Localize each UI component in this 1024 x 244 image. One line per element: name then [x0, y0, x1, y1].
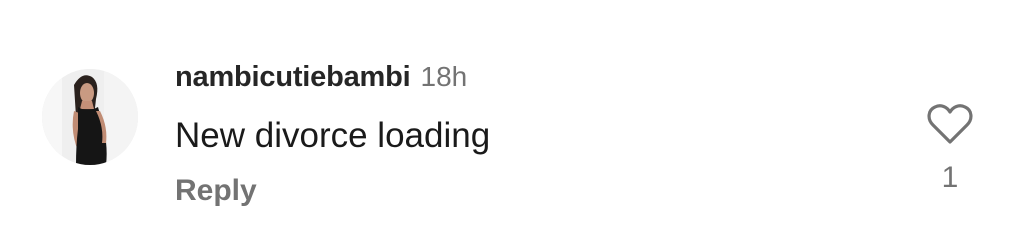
comment-text: New divorce loading — [175, 116, 491, 155]
user-avatar-photo — [42, 69, 138, 165]
comment-meta: nambicutiebambi 18h — [175, 63, 467, 92]
comment-item: nambicutiebambi 18h New divorce loading R… — [0, 0, 1024, 244]
timestamp: 18h — [420, 61, 468, 92]
like-count: 1 — [941, 161, 959, 194]
reply-button[interactable]: Reply — [175, 173, 257, 209]
heart-outline-icon — [927, 104, 973, 144]
like-button[interactable] — [926, 102, 974, 146]
avatar[interactable] — [42, 69, 138, 165]
username[interactable]: nambicutiebambi — [175, 61, 411, 93]
